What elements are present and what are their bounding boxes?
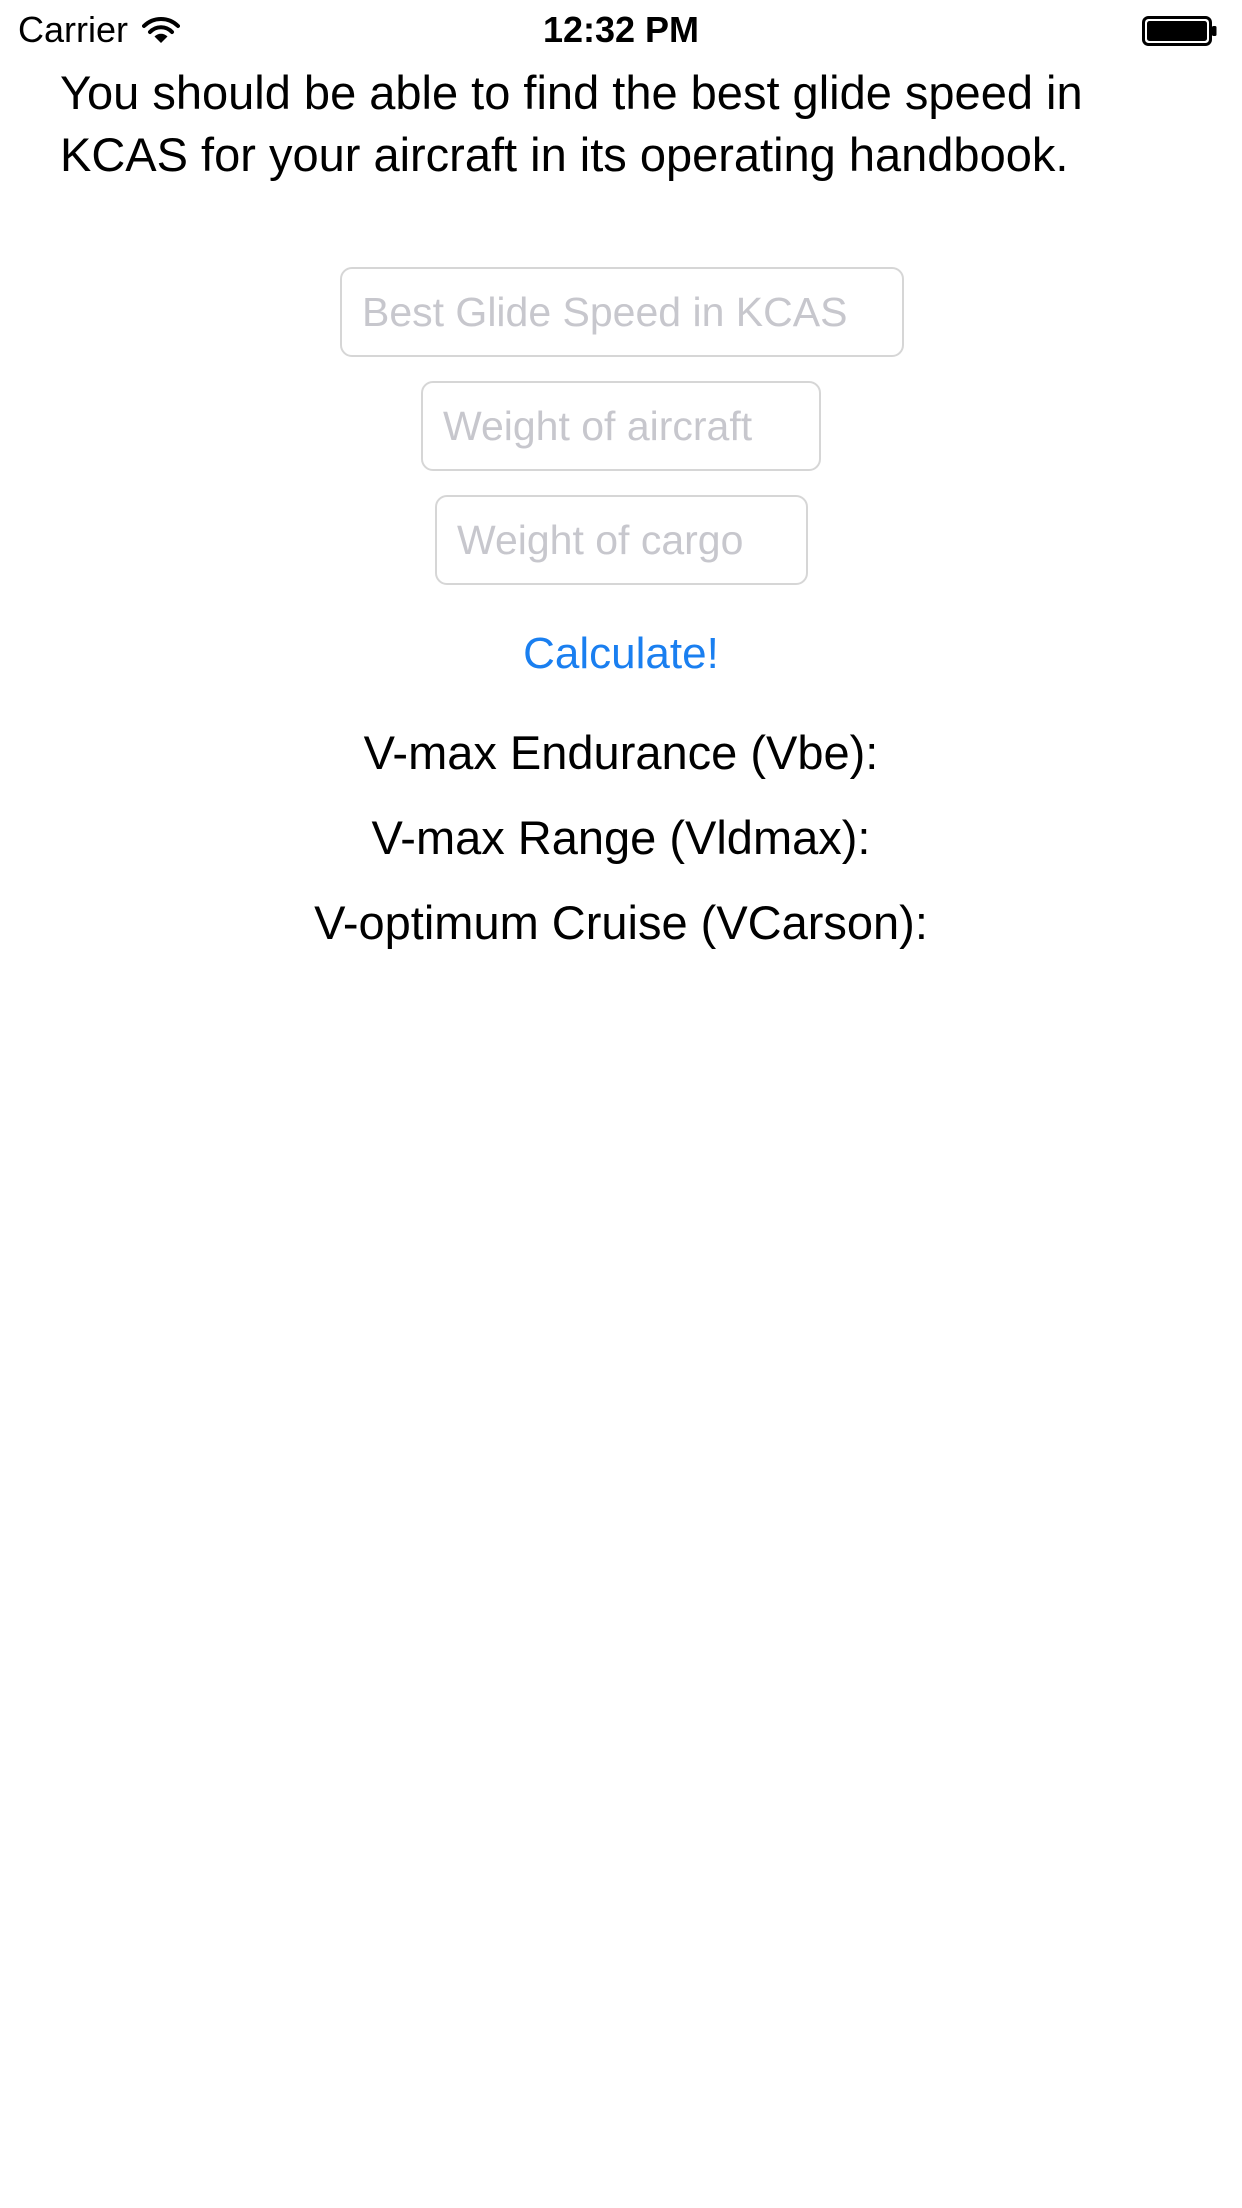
- status-bar: Carrier 12:32 PM: [0, 0, 1242, 60]
- result-vldmax-label: V-max Range (Vldmax):: [371, 811, 871, 864]
- result-vbe-label: V-max Endurance (Vbe):: [363, 726, 879, 779]
- status-time: 12:32 PM: [542, 9, 700, 50]
- aircraft-weight-input[interactable]: [421, 381, 821, 471]
- best-glide-speed-input[interactable]: [340, 267, 904, 357]
- instructions-text: You should be able to find the best glid…: [60, 66, 1083, 181]
- cargo-weight-input[interactable]: [435, 495, 808, 585]
- battery-icon: [1142, 16, 1217, 46]
- result-vcarson-label: V-optimum Cruise (VCarson):: [314, 896, 928, 949]
- calculate-button[interactable]: Calculate!: [0, 625, 1242, 683]
